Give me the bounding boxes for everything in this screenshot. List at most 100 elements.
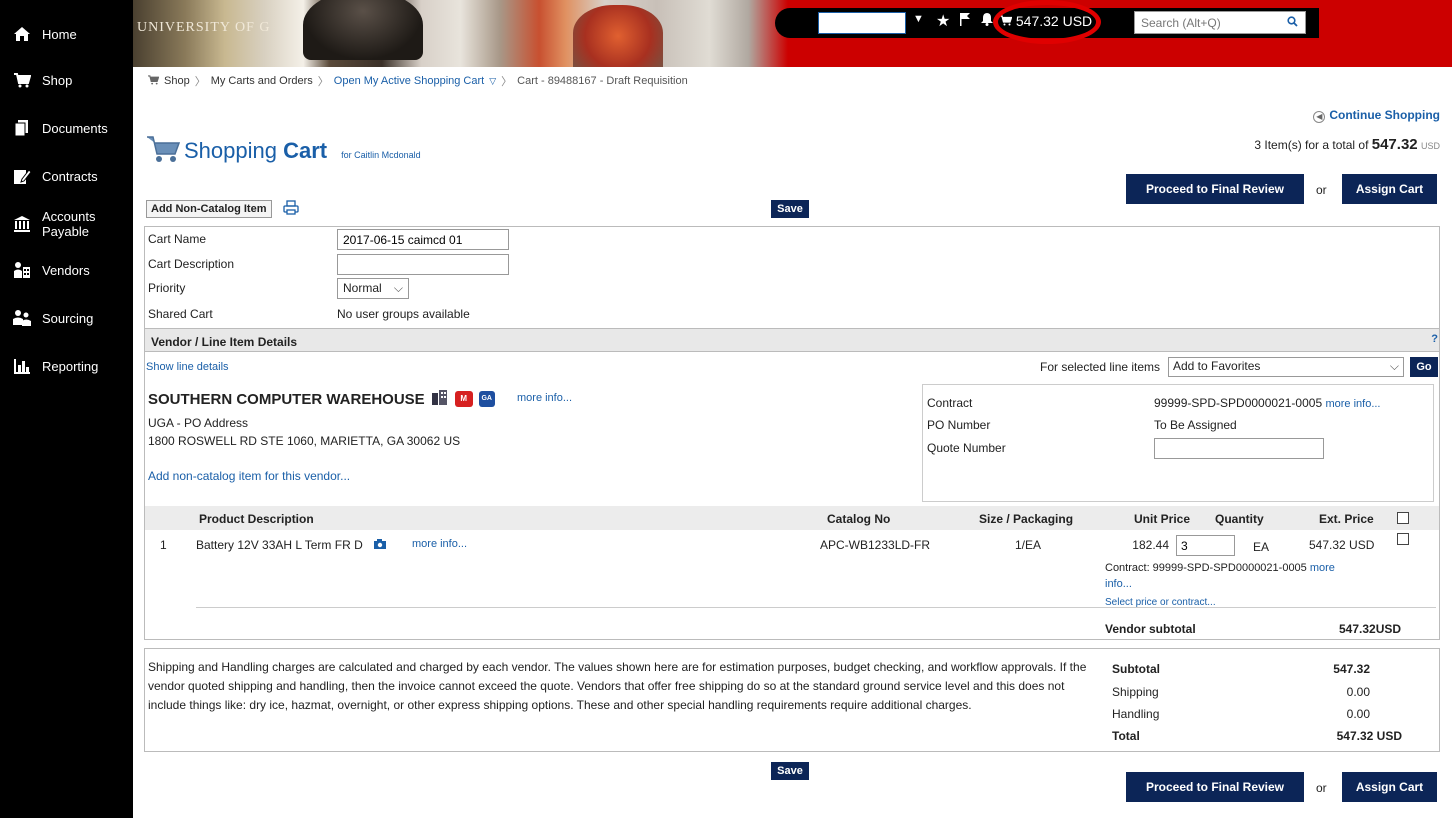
- bank-icon: [12, 214, 32, 234]
- save-button-bottom[interactable]: Save: [771, 762, 809, 780]
- contract-more-info-link[interactable]: more info...: [1325, 398, 1380, 410]
- sidebar-item-accounts-payable[interactable]: Accounts Payable: [0, 202, 133, 246]
- vendors-icon: [12, 260, 32, 280]
- org-selector[interactable]: [818, 12, 906, 34]
- sidebar-item-label: Sourcing: [42, 310, 94, 326]
- sidebar-item-label: Contracts: [42, 168, 98, 184]
- chevron-down-icon[interactable]: ▼: [913, 13, 924, 25]
- vendor-more-info-link[interactable]: more info...: [517, 392, 572, 404]
- select-all-checkbox[interactable]: [1397, 512, 1409, 524]
- contract-value: 99999-SPD-SPD0000021-0005 more info...: [1154, 396, 1381, 410]
- search-input[interactable]: Search (Alt+Q): [1134, 11, 1306, 34]
- cart-name-input[interactable]: [337, 229, 509, 250]
- shipping-label: Shipping: [1112, 685, 1159, 699]
- printer-icon[interactable]: [283, 200, 299, 218]
- line-contract-text: Contract: 99999-SPD-SPD0000021-0005: [1105, 562, 1307, 574]
- unit-price: 182.44: [1132, 538, 1169, 552]
- sidebar-item-sourcing[interactable]: Sourcing: [0, 298, 133, 338]
- add-non-catalog-item-button[interactable]: Add Non-Catalog Item: [146, 200, 272, 218]
- quantity-input[interactable]: [1176, 535, 1235, 556]
- items-total-currency: USD: [1420, 141, 1440, 151]
- sidebar-item-documents[interactable]: Documents: [0, 108, 133, 148]
- items-total-summary: 3 Item(s) for a total of 547.32 USD: [1254, 136, 1440, 153]
- minority-vendor-badge-icon: M: [454, 391, 473, 407]
- cart-description-input[interactable]: [337, 254, 509, 275]
- add-non-catalog-vendor-link[interactable]: Add non-catalog item for this vendor...: [148, 469, 350, 483]
- total-label: Total: [1112, 729, 1140, 743]
- cart-icon: [148, 74, 160, 88]
- university-logo: UNIVERSITY OF G: [137, 20, 271, 35]
- chevron-right-icon: 〉: [194, 76, 206, 88]
- sidebar-item-shop[interactable]: Shop: [0, 60, 133, 100]
- line-contract-more-link[interactable]: more: [1310, 562, 1335, 574]
- sourcing-icon: [12, 308, 32, 328]
- contract-number: 99999-SPD-SPD0000021-0005: [1154, 396, 1323, 410]
- col-catalog-no: Catalog No: [827, 512, 891, 526]
- banner-bell-graphic: [303, 0, 423, 60]
- help-link[interactable]: ?: [1431, 333, 1438, 345]
- camera-icon[interactable]: [373, 537, 387, 553]
- breadcrumb-active-cart[interactable]: Open My Active Shopping Cart: [334, 75, 484, 87]
- shared-cart-value: No user groups available: [337, 307, 470, 321]
- line-contract-info-link[interactable]: info...: [1105, 578, 1132, 590]
- go-button[interactable]: Go: [1410, 357, 1438, 377]
- sidebar-item-vendors[interactable]: Vendors: [0, 250, 133, 290]
- total-value: 547.32 USD: [1336, 729, 1402, 743]
- banner-tree-graphic: [573, 5, 663, 67]
- continue-shopping-label: Continue Shopping: [1329, 108, 1440, 122]
- cart-name-label: Cart Name: [148, 232, 207, 246]
- breadcrumb: Shop 〉 My Carts and Orders 〉 Open My Act…: [148, 73, 688, 89]
- show-line-details-link[interactable]: Show line details: [146, 361, 229, 373]
- shared-cart-label: Shared Cart: [148, 307, 213, 321]
- line-action-select[interactable]: Add to Favorites ⌵: [1168, 357, 1404, 377]
- row-divider: [196, 607, 1436, 608]
- sidebar-item-label-group: Accounts Payable: [42, 209, 95, 239]
- cart-icon: [12, 70, 32, 90]
- items-summary-text: 3 Item(s) for a total of: [1254, 138, 1372, 152]
- star-icon[interactable]: ★: [936, 11, 950, 31]
- chevron-down-icon: ⌵: [1389, 359, 1399, 373]
- proceed-final-review-button[interactable]: Proceed to Final Review: [1126, 174, 1304, 204]
- col-product-description: Product Description: [199, 512, 314, 526]
- subtotal-value: 547.32: [1333, 662, 1370, 676]
- quote-number-label: Quote Number: [927, 441, 1006, 455]
- header-banner-image: UNIVERSITY OF G: [133, 0, 788, 67]
- priority-label: Priority: [148, 281, 186, 295]
- sidebar-item-reporting[interactable]: Reporting: [0, 346, 133, 386]
- size-packaging: 1/EA: [1015, 538, 1042, 552]
- line-contract-info: Contract: 99999-SPD-SPD0000021-0005 more…: [1105, 560, 1375, 592]
- vendor-address-name: UGA - PO Address: [148, 416, 249, 430]
- vendor-name[interactable]: SOUTHERN COMPUTER WAREHOUSE M GA: [148, 389, 495, 409]
- sidebar-item-home[interactable]: Home: [0, 14, 133, 54]
- items-total-amount: 547.32: [1371, 136, 1418, 153]
- page-title-for: for Caitlin Mcdonald: [341, 150, 421, 160]
- page-title-bold: Cart: [283, 138, 328, 163]
- assign-cart-button-bottom[interactable]: Assign Cart: [1342, 772, 1437, 802]
- bell-icon[interactable]: [981, 12, 993, 29]
- breadcrumb-carts-orders[interactable]: My Carts and Orders: [211, 75, 313, 87]
- line-select-checkbox[interactable]: [1397, 533, 1409, 545]
- sidebar: Home Shop Documents Contracts Accounts P…: [0, 0, 133, 818]
- back-circle-icon: ◀: [1313, 111, 1326, 123]
- line-number: 1: [160, 538, 167, 552]
- flag-icon[interactable]: [959, 12, 971, 29]
- continue-shopping-link[interactable]: ◀ Continue Shopping: [1313, 108, 1440, 123]
- vendor-address-street: 1800 ROSWELL RD STE 1060, MARIETTA, GA 3…: [148, 434, 461, 448]
- priority-select[interactable]: Normal ⌵: [337, 278, 409, 299]
- contracts-icon: [12, 166, 32, 186]
- assign-cart-button[interactable]: Assign Cart: [1342, 174, 1437, 204]
- quote-number-input[interactable]: [1154, 438, 1324, 459]
- chevron-down-icon[interactable]: ▽: [489, 76, 496, 87]
- product-more-info-link[interactable]: more info...: [412, 538, 467, 550]
- product-description[interactable]: Battery 12V 33AH L Term FR D: [196, 538, 363, 552]
- page-title-light: Shopping: [184, 138, 284, 163]
- breadcrumb-current: Cart - 89488167 - Draft Requisition: [517, 75, 688, 87]
- save-button[interactable]: Save: [771, 200, 809, 218]
- shipping-value: 0.00: [1346, 685, 1370, 699]
- sidebar-item-label: Accounts: [42, 209, 96, 224]
- priority-value: Normal: [343, 281, 382, 295]
- sidebar-item-contracts[interactable]: Contracts: [0, 156, 133, 196]
- search-icon[interactable]: [1287, 15, 1305, 30]
- proceed-final-review-button-bottom[interactable]: Proceed to Final Review: [1126, 772, 1304, 802]
- breadcrumb-shop[interactable]: Shop: [164, 75, 190, 87]
